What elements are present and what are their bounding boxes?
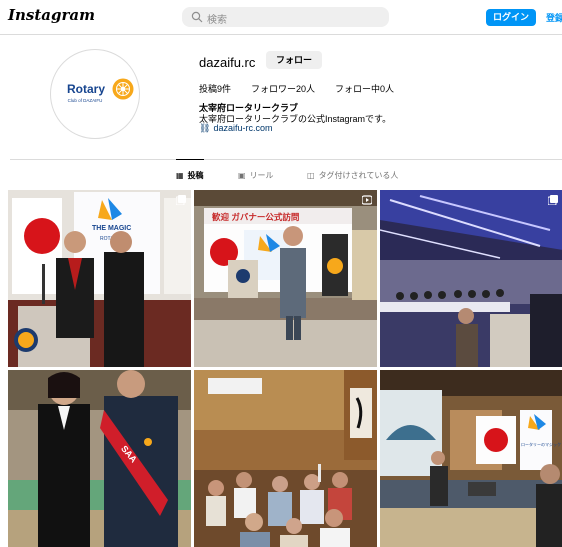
link-icon: ⛓ [199,123,211,133]
rotary-wheel-icon [112,78,134,100]
posts-count: 投稿9件 [199,84,232,94]
avatar-club-text: Club of DAZAIFU [67,98,103,103]
followers-count[interactable]: フォロワー20人 [251,82,315,95]
instagram-logo[interactable]: Instagram [8,6,95,24]
post-photo-4: SAA [8,370,191,547]
carousel-icon [176,195,186,205]
tabs-divider [10,159,562,160]
tab-posts[interactable]: ▦ 投稿 [176,170,204,181]
active-tab-indicator [176,159,204,160]
avatar-logo-text: Rotary [67,82,106,96]
search-input[interactable]: 検索 [182,7,389,27]
post-tile-3[interactable] [380,190,562,367]
profile-avatar: Rotary Club of DAZAIFU [50,49,140,139]
tab-tagged[interactable]: ◫ タグ付けされている人 [307,170,398,181]
post1-banner-text: THE MAGIC [92,225,131,232]
top-bar: Instagram 検索 ログイン 登録 [0,0,562,35]
post-photo-6: ロータリーのマジック [380,370,562,547]
tab-reels-label: リール [249,171,274,180]
post-tile-1[interactable]: THE MAGIC ROTARY [8,190,191,367]
grid-icon: ▦ [176,171,184,180]
post-tile-4[interactable]: SAA [8,370,191,547]
search-icon [191,11,203,23]
reels-icon: ▣ [238,171,246,180]
post2-banner-text: 歓迎 ガバナー公式訪問 [212,212,299,222]
post-tile-6[interactable]: ロータリーのマジック [380,370,562,547]
following-count[interactable]: フォロー中0人 [335,82,394,95]
post-photo-5 [194,370,377,547]
post6-banner-text: ロータリーのマジック [521,441,561,447]
profile-username: dazaifu.rc [199,55,256,70]
post-photo-2: 歓迎 ガバナー公式訪問 [194,190,377,367]
signup-link[interactable]: 登録 [546,11,562,24]
tab-posts-label: 投稿 [187,171,204,180]
post-photo-1: THE MAGIC ROTARY [8,190,191,367]
tag-icon: ◫ [307,171,315,180]
follow-button[interactable]: フォロー [266,51,322,69]
profile-link-text[interactable]: dazaifu-rc.com [213,123,272,133]
search-placeholder: 検索 [207,15,227,26]
carousel-icon [548,195,558,205]
profile-link[interactable]: ⛓ dazaifu-rc.com [199,123,272,134]
tab-tagged-label: タグ付けされている人 [318,171,399,180]
post-photo-3 [380,190,562,367]
post-tile-5[interactable] [194,370,377,547]
post-tile-2[interactable]: 歓迎 ガバナー公式訪問 [194,190,377,367]
video-icon [362,195,372,205]
login-button[interactable]: ログイン [486,9,536,26]
tab-reels[interactable]: ▣ リール [238,170,274,181]
